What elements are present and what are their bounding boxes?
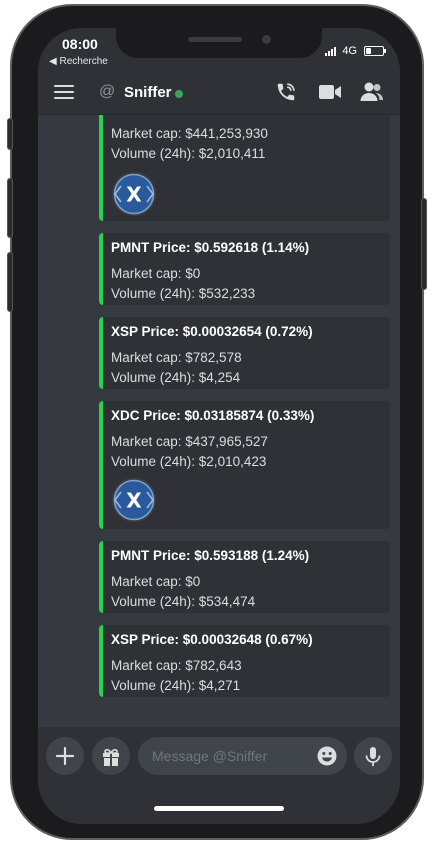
price-title: PMNT Price: $0.592618 (1.14%)	[111, 240, 310, 255]
phone-screen: 08:00 ◀ Recherche 4G @ Sniffer Market ca…	[38, 28, 400, 824]
online-status-icon	[175, 90, 183, 98]
price-embed: XDC Price: $0.03185874 (0.33%) Market ca…	[99, 401, 390, 529]
home-indicator[interactable]	[154, 806, 284, 811]
channel-header: @ Sniffer	[38, 72, 400, 115]
volume-text: Volume (24h): $532,233	[111, 286, 256, 301]
volume-text: Volume (24h): $4,254	[111, 370, 241, 385]
market-cap-text: Market cap: $441,253,930	[111, 126, 268, 141]
market-cap-text: Market cap: $0	[111, 574, 201, 589]
market-cap-text: Market cap: $437,965,527	[111, 434, 268, 449]
at-icon: @	[99, 83, 116, 100]
status-indicators: 4G	[325, 45, 386, 57]
svg-text:X: X	[126, 183, 142, 207]
status-time: 08:00	[62, 36, 98, 52]
gift-icon	[103, 749, 119, 766]
price-title: XSP Price: $0.00032654 (0.72%)	[111, 324, 313, 339]
power-button	[421, 198, 427, 290]
signal-icon	[325, 46, 337, 56]
message-list[interactable]: Market cap: $441,253,930 Volume (24h): $…	[38, 115, 400, 727]
volume-text: Volume (24h): $2,010,411	[111, 146, 266, 161]
market-cap-text: Market cap: $782,643	[111, 658, 242, 673]
price-embed: XSP Price: $0.00032648 (0.67%) Market ca…	[99, 625, 390, 697]
back-to-app-link[interactable]: ◀ Recherche	[49, 56, 108, 67]
battery-icon	[364, 46, 386, 56]
price-embed: XSP Price: $0.00032654 (0.72%) Market ca…	[99, 317, 390, 389]
microphone-icon	[365, 747, 381, 766]
volume-text: Volume (24h): $4,271	[111, 678, 241, 693]
price-embed: PMNT Price: $0.593188 (1.24%) Market cap…	[99, 541, 390, 613]
price-title: PMNT Price: $0.593188 (1.24%)	[111, 548, 310, 563]
channel-title[interactable]: Sniffer	[124, 84, 172, 101]
price-embed: PMNT Price: $0.592618 (1.14%) Market cap…	[99, 233, 390, 305]
speaker-grille	[188, 37, 242, 42]
network-type: 4G	[342, 45, 357, 57]
message-input[interactable]: Message @Sniffer	[138, 737, 347, 775]
emoji-icon[interactable]	[317, 746, 337, 766]
gift-button[interactable]	[92, 737, 130, 775]
volume-text: Volume (24h): $2,010,423	[111, 454, 267, 469]
front-camera	[262, 35, 271, 44]
phone-call-icon[interactable]	[275, 81, 297, 103]
svg-text:X: X	[126, 489, 142, 513]
plus-icon	[55, 746, 75, 766]
volume-up-button	[7, 178, 13, 238]
add-attachment-button[interactable]	[46, 737, 84, 775]
menu-icon[interactable]	[54, 85, 74, 100]
voice-message-button[interactable]	[354, 737, 392, 775]
mute-switch	[7, 118, 13, 150]
message-placeholder: Message @Sniffer	[152, 748, 268, 764]
notch	[116, 28, 322, 58]
members-icon[interactable]	[360, 81, 384, 103]
price-title: XSP Price: $0.00032648 (0.67%)	[111, 632, 313, 647]
xdc-logo-icon: X	[112, 478, 156, 522]
market-cap-text: Market cap: $782,578	[111, 350, 242, 365]
price-title: XDC Price: $0.03185874 (0.33%)	[111, 408, 315, 423]
market-cap-text: Market cap: $0	[111, 266, 201, 281]
price-embed: Market cap: $441,253,930 Volume (24h): $…	[99, 115, 390, 221]
volume-text: Volume (24h): $534,474	[111, 594, 256, 609]
volume-down-button	[7, 252, 13, 312]
xdc-logo-icon: X	[112, 172, 156, 216]
video-call-icon[interactable]	[318, 83, 342, 101]
